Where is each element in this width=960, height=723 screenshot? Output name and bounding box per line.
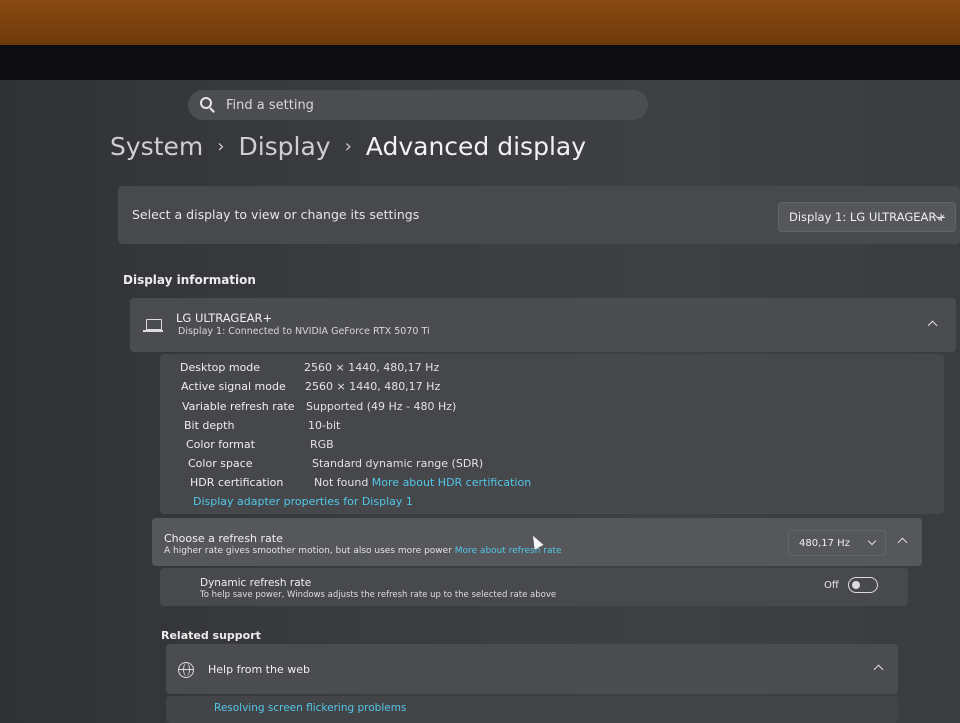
info-key: Desktop mode [180,361,261,374]
chevron-up-icon[interactable] [897,537,908,548]
info-value: RGB [310,438,334,451]
dynamic-refresh-card: Dynamic refresh rate To help save power,… [160,568,908,606]
info-key: Color space [188,457,253,470]
search-input[interactable] [224,96,608,114]
monitor-header[interactable]: LG ULTRAGEAR+ Display 1: Connected to NV… [130,298,956,352]
refresh-rate-desc: A higher rate gives smoother motion, but… [164,546,562,556]
info-key: Active signal mode [181,380,286,393]
info-value: Not found More about HDR certification [314,476,531,489]
help-from-web-header[interactable]: Help from the web [166,644,898,694]
monitor-bezel [0,45,960,85]
chevron-right-icon: › [344,136,352,157]
screen-flickering-link[interactable]: Resolving screen flickering problems [214,702,406,714]
chevron-up-icon[interactable] [927,320,938,331]
dynamic-refresh-desc: To help save power, Windows adjusts the … [200,590,557,600]
chevron-up-icon[interactable] [873,664,884,675]
dynamic-refresh-state: Off [824,580,839,591]
toggle-knob [852,581,860,589]
breadcrumb-system[interactable]: System [110,132,203,161]
search-icon [200,97,216,113]
breadcrumb: System › Display › Advanced display [110,132,586,161]
wall-background [0,0,960,45]
info-key: Color format [186,438,255,451]
info-key: HDR certification [190,476,284,489]
dynamic-refresh-toggle[interactable] [848,577,878,593]
display-select-label: Select a display to view or change its s… [132,207,420,222]
related-support-heading: Related support [161,629,261,642]
hdr-certification-link[interactable]: More about HDR certification [372,476,531,489]
refresh-rate-link[interactable]: More about refresh rate [455,546,562,556]
globe-icon [178,662,194,678]
help-from-web-body: Resolving screen flickering problems [166,696,898,723]
hdr-status: Not found [314,476,369,489]
info-value: 2560 × 1440, 480,17 Hz [305,380,441,393]
help-from-web-title: Help from the web [208,663,310,676]
refresh-rate-desc-text: A higher rate gives smoother motion, but… [164,546,452,556]
refresh-rate-dropdown[interactable]: 480,17 Hz [788,530,886,556]
info-value: 10-bit [308,419,341,432]
breadcrumb-display[interactable]: Display [238,132,330,161]
display-adapter-link[interactable]: Display adapter properties for Display 1 [193,495,413,508]
dynamic-refresh-title: Dynamic refresh rate [200,577,312,589]
refresh-rate-value: 480,17 Hz [799,537,850,549]
display-select-card: Select a display to view or change its s… [118,186,960,244]
info-value: Standard dynamic range (SDR) [312,457,484,470]
info-key: Bit depth [184,419,235,432]
display-info-details: Desktop mode 2560 × 1440, 480,17 Hz Acti… [160,354,944,514]
page-title: Advanced display [365,132,586,161]
info-value: Supported (49 Hz - 480 Hz) [306,400,457,413]
chevron-right-icon: › [217,136,225,157]
display-select-dropdown[interactable]: Display 1: LG ULTRAGEAR+ [778,202,956,232]
monitor-icon [143,319,163,332]
monitor-connection: Display 1: Connected to NVIDIA GeForce R… [178,326,430,337]
display-select-value: Display 1: LG ULTRAGEAR+ [789,210,946,224]
refresh-rate-title: Choose a refresh rate [164,532,283,545]
info-key: Variable refresh rate [182,400,295,413]
info-value: 2560 × 1440, 480,17 Hz [304,361,440,374]
chevron-down-icon [867,536,877,546]
monitor-name: LG ULTRAGEAR+ [176,311,273,325]
display-information-heading: Display information [123,273,256,287]
search-box[interactable] [188,90,648,120]
